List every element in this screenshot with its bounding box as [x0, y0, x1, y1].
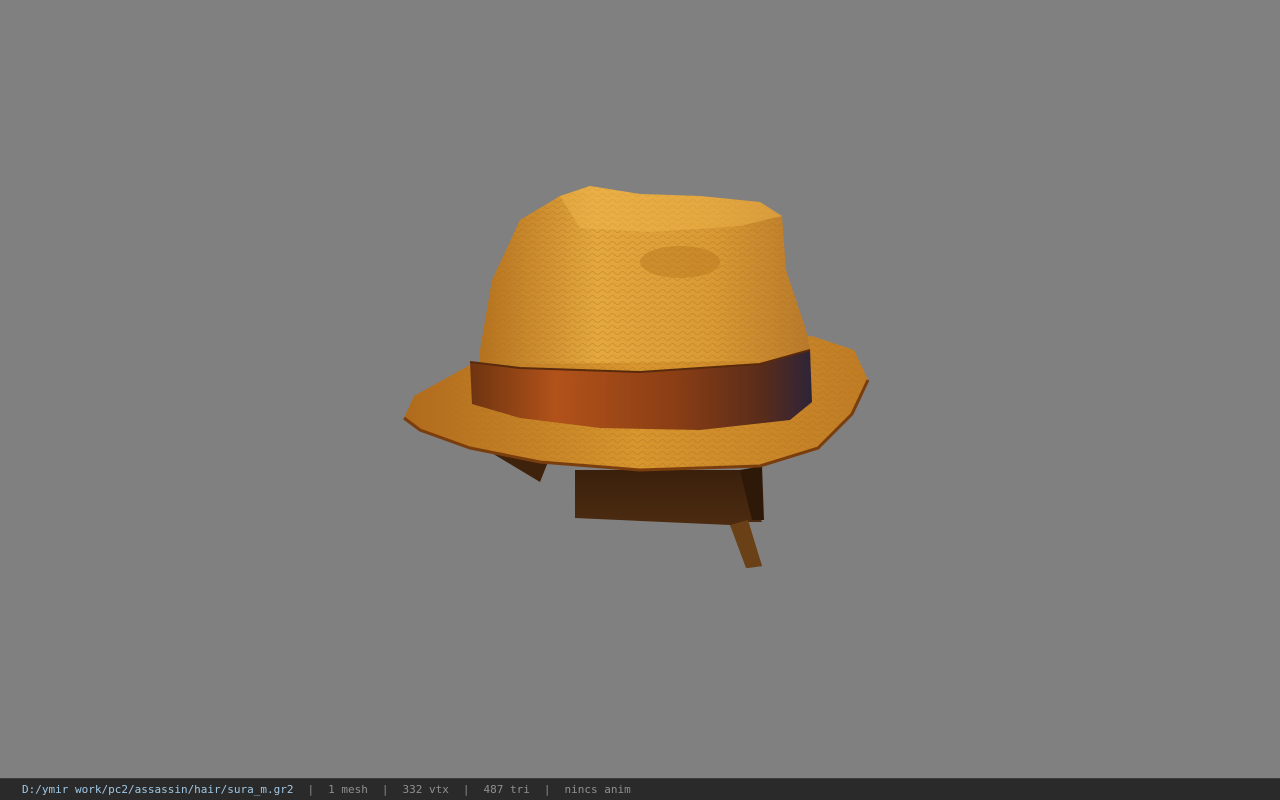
hat-model — [403, 186, 870, 568]
separator: | — [462, 783, 470, 796]
hat-crown — [480, 186, 812, 365]
anim-status: nincs anim — [564, 783, 631, 796]
separator: | — [307, 783, 315, 796]
separator: | — [381, 783, 389, 796]
3d-viewport[interactable] — [0, 0, 1280, 778]
triangle-count: 487 tri — [483, 783, 530, 796]
status-bar: D:/ymir work/pc2/assassin/hair/sura_m.gr… — [0, 778, 1280, 800]
vertex-count: 332 vtx — [402, 783, 449, 796]
file-path: D:/ymir work/pc2/assassin/hair/sura_m.gr… — [22, 783, 294, 796]
mesh-count: 1 mesh — [328, 783, 368, 796]
separator: | — [543, 783, 551, 796]
